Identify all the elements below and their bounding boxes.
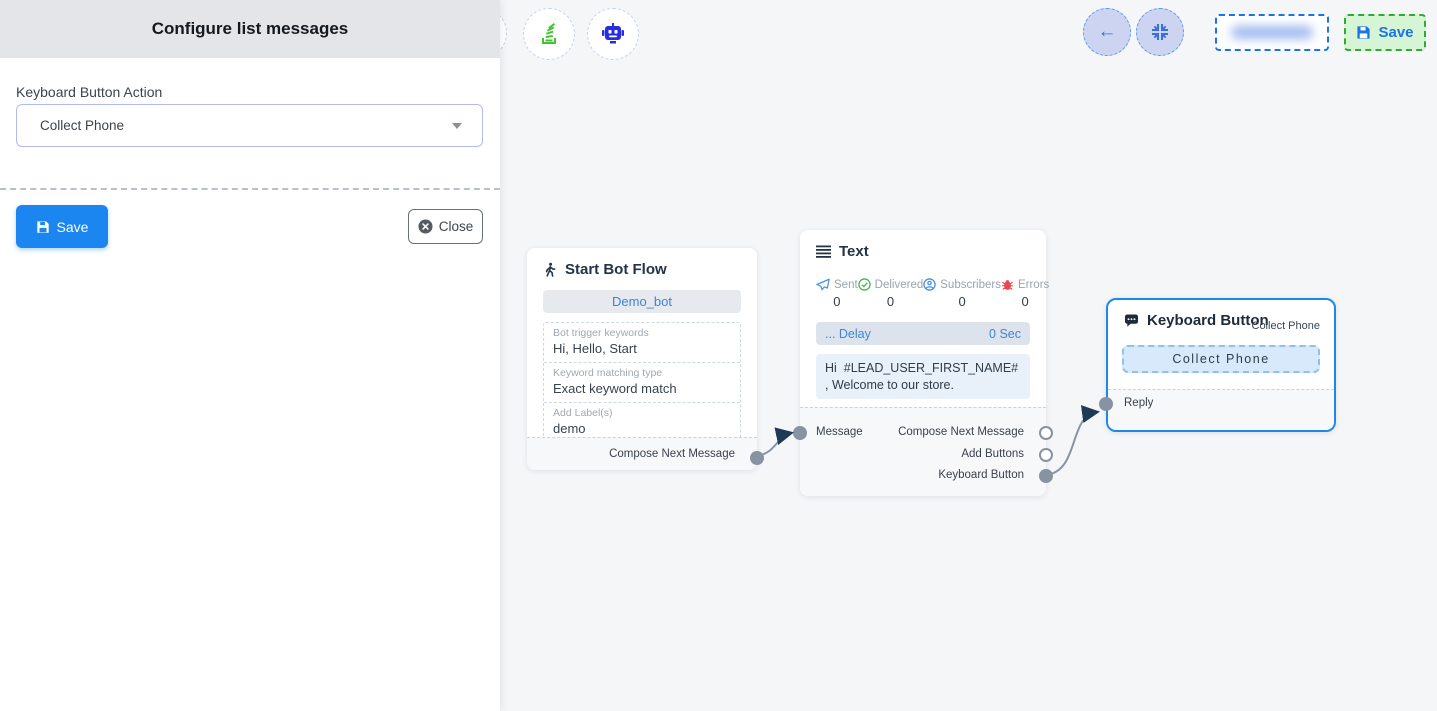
save-icon xyxy=(36,220,50,234)
field-row[interactable]: Keyword matching type Exact keyword matc… xyxy=(544,363,740,403)
message-preview[interactable]: Hi #LEAD_USER_FIRST_NAME# , Welcome to o… xyxy=(816,354,1030,399)
delay-label: ... Delay xyxy=(825,327,871,341)
node-keyboard-button[interactable]: Keyboard Button Collect Phone Collect Ph… xyxy=(1106,298,1336,432)
node-text-header: Text xyxy=(800,230,1046,260)
bot-button[interactable] xyxy=(587,8,639,60)
close-circle-icon xyxy=(418,219,433,234)
field-row[interactable]: Bot trigger keywords Hi, Hello, Start xyxy=(544,323,740,363)
text-node-footer: Message Compose Next Message Add Buttons… xyxy=(800,407,1046,496)
keyboard-input-port[interactable] xyxy=(1099,397,1113,411)
paper-plane-icon xyxy=(816,278,830,291)
panel-save-button[interactable]: Save xyxy=(16,205,108,248)
stat-errors: Errors 0 xyxy=(1001,278,1049,309)
node-start-title: Start Bot Flow xyxy=(565,261,667,278)
stat-value: 0 xyxy=(887,294,894,309)
stack-flows-button[interactable] xyxy=(523,8,575,60)
text-input-label: Message xyxy=(816,426,863,438)
stat-value: 0 xyxy=(833,294,840,309)
stat-label: Subscribers xyxy=(940,279,1001,291)
stat-value: 0 xyxy=(958,294,965,309)
text-input-port[interactable] xyxy=(793,426,807,440)
node-text-title: Text xyxy=(839,243,869,260)
stat-delivered: Delivered 0 xyxy=(858,278,924,309)
redacted-action-button[interactable] xyxy=(1215,14,1329,51)
chevron-down-icon xyxy=(452,123,462,129)
delay-value: 0 Sec xyxy=(989,327,1021,341)
text-stats: Sent 0 Delivered 0 xyxy=(816,278,1030,309)
chat-bubble-icon xyxy=(1124,314,1139,328)
stat-label: Errors xyxy=(1018,279,1049,291)
node-start-header: Start Bot Flow xyxy=(527,248,757,278)
output-add-buttons-port[interactable] xyxy=(1039,448,1053,462)
field-label: Add Label(s) xyxy=(553,407,731,419)
panel-title: Configure list messages xyxy=(152,19,349,39)
panel-divider xyxy=(0,188,500,190)
stack-icon xyxy=(536,21,562,47)
start-output-port[interactable] xyxy=(750,451,764,465)
node-text[interactable]: Text Sent 0 xyxy=(800,230,1046,496)
output-compose-port[interactable] xyxy=(1039,426,1053,440)
node-keyboard-title: Keyboard Button xyxy=(1147,312,1269,329)
robot-icon xyxy=(600,21,626,47)
output-keyboard-port[interactable] xyxy=(1039,469,1053,483)
stat-subscribers: Subscribers 0 xyxy=(923,278,1001,309)
fit-view-button[interactable] xyxy=(1136,8,1184,56)
keyboard-action-label: Collect Phone xyxy=(1252,320,1321,332)
bug-icon xyxy=(1001,278,1014,291)
field-label: Keyword matching type xyxy=(553,367,731,379)
compress-icon xyxy=(1151,23,1169,41)
stat-sent: Sent 0 xyxy=(816,278,858,309)
hamburger-icon xyxy=(816,245,831,258)
field-value: demo xyxy=(553,421,731,436)
start-node-footer: Compose Next Message xyxy=(527,437,757,470)
keyboard-action-select[interactable]: Collect Phone xyxy=(16,104,483,147)
keyboard-input-label: Reply xyxy=(1124,397,1153,409)
back-arrow-icon: ← xyxy=(1098,21,1117,43)
node-start-bot-flow[interactable]: Start Bot Flow Demo_bot Bot trigger keyw… xyxy=(527,248,757,470)
stat-label: Sent xyxy=(834,279,858,291)
panel-close-label: Close xyxy=(439,219,474,234)
keyboard-action-select-value: Collect Phone xyxy=(40,118,124,133)
walking-person-icon xyxy=(543,262,557,278)
field-value: Exact keyword match xyxy=(553,381,731,396)
save-icon xyxy=(1356,25,1371,40)
collect-phone-button[interactable]: Collect Phone xyxy=(1122,345,1320,373)
flow-save-label: Save xyxy=(1378,24,1413,41)
flow-save-button[interactable]: Save xyxy=(1344,14,1426,51)
check-circle-icon xyxy=(858,278,871,291)
panel-close-button[interactable]: Close xyxy=(408,209,483,244)
stat-value: 0 xyxy=(1022,294,1029,309)
start-fields: Bot trigger keywords Hi, Hello, Start Ke… xyxy=(543,322,741,443)
start-output-label: Compose Next Message xyxy=(609,448,735,460)
panel-save-label: Save xyxy=(57,219,89,235)
bot-name-chip[interactable]: Demo_bot xyxy=(543,290,741,313)
output-keyboard-label: Keyboard Button xyxy=(938,469,1024,481)
configure-panel: Configure list messages Keyboard Button … xyxy=(0,0,500,711)
keyboard-action-field-label: Keyboard Button Action xyxy=(16,84,162,100)
delay-row[interactable]: ... Delay 0 Sec xyxy=(816,322,1030,345)
undo-button[interactable]: ← xyxy=(1083,8,1131,56)
edge-text-to-keyboard xyxy=(1046,412,1097,475)
output-compose-label: Compose Next Message xyxy=(898,426,1024,438)
person-circle-icon xyxy=(923,278,936,291)
output-add-buttons-label: Add Buttons xyxy=(961,448,1024,460)
field-value: Hi, Hello, Start xyxy=(553,341,731,356)
field-label: Bot trigger keywords xyxy=(553,327,731,339)
redacted-label xyxy=(1231,26,1313,39)
stat-label: Delivered xyxy=(875,279,924,291)
panel-header: Configure list messages xyxy=(0,0,500,58)
keyboard-node-footer: Reply xyxy=(1108,389,1334,430)
